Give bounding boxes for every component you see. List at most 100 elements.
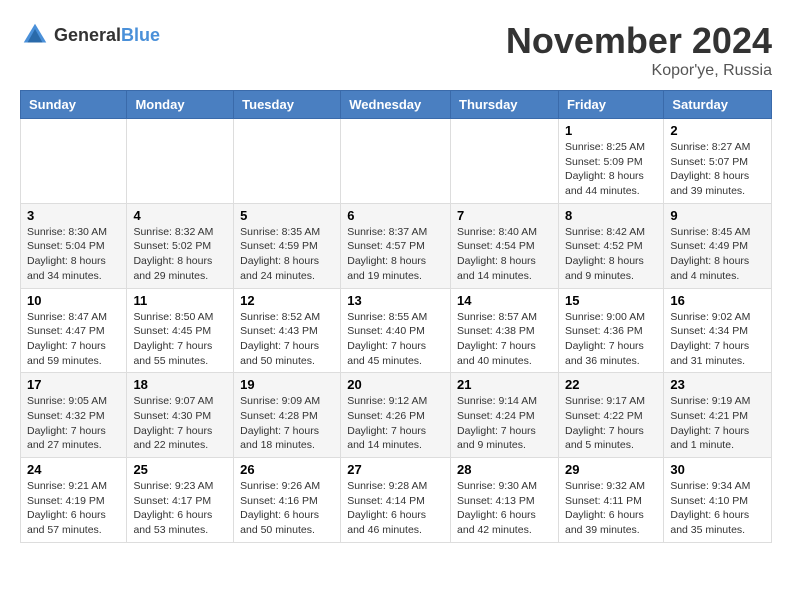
calendar-cell: 23 Sunrise: 9:19 AMSunset: 4:21 PMDayligh… bbox=[664, 373, 772, 458]
day-number: 6 bbox=[347, 208, 444, 223]
logo-text-general: General bbox=[54, 25, 121, 45]
calendar-cell: 13 Sunrise: 8:55 AMSunset: 4:40 PMDayligh… bbox=[341, 288, 451, 373]
calendar-cell: 21 Sunrise: 9:14 AMSunset: 4:24 PMDayligh… bbox=[451, 373, 559, 458]
day-number: 13 bbox=[347, 293, 444, 308]
day-number: 22 bbox=[565, 377, 657, 392]
day-info: Sunrise: 9:17 AMSunset: 4:22 PMDaylight:… bbox=[565, 394, 657, 453]
calendar-cell: 19 Sunrise: 9:09 AMSunset: 4:28 PMDayligh… bbox=[234, 373, 341, 458]
calendar-cell: 14 Sunrise: 8:57 AMSunset: 4:38 PMDayligh… bbox=[451, 288, 559, 373]
weekday-header: Wednesday bbox=[341, 91, 451, 119]
location-title: Kopor'ye, Russia bbox=[506, 62, 772, 80]
day-info: Sunrise: 9:30 AMSunset: 4:13 PMDaylight:… bbox=[457, 479, 552, 538]
day-number: 18 bbox=[133, 377, 227, 392]
day-info: Sunrise: 8:37 AMSunset: 4:57 PMDaylight:… bbox=[347, 225, 444, 284]
calendar-cell: 10Sunrise: 8:47 AMSunset: 4:47 PMDayligh… bbox=[21, 288, 127, 373]
day-number: 27 bbox=[347, 462, 444, 477]
weekday-header: Monday bbox=[127, 91, 234, 119]
calendar-table: SundayMondayTuesdayWednesdayThursdayFrid… bbox=[20, 90, 772, 543]
weekday-header: Friday bbox=[558, 91, 663, 119]
calendar-cell: 22 Sunrise: 9:17 AMSunset: 4:22 PMDayligh… bbox=[558, 373, 663, 458]
calendar-cell: 17 Sunrise: 9:05 AMSunset: 4:32 PMDayligh… bbox=[21, 373, 127, 458]
day-info: Sunrise: 9:14 AMSunset: 4:24 PMDaylight:… bbox=[457, 394, 552, 453]
calendar-cell: 6 Sunrise: 8:37 AMSunset: 4:57 PMDaylight… bbox=[341, 203, 451, 288]
day-info: Sunrise: 9:05 AMSunset: 4:32 PMDaylight:… bbox=[27, 394, 120, 453]
calendar-cell: 18 Sunrise: 9:07 AMSunset: 4:30 PMDayligh… bbox=[127, 373, 234, 458]
day-number: 5 bbox=[240, 208, 334, 223]
day-info: Sunrise: 9:32 AMSunset: 4:11 PMDaylight:… bbox=[565, 479, 657, 538]
page-header: GeneralBlue November 2024 Kopor'ye, Russ… bbox=[20, 20, 772, 80]
day-number: 10 bbox=[27, 293, 120, 308]
calendar-week-row: 17 Sunrise: 9:05 AMSunset: 4:32 PMDayligh… bbox=[21, 373, 772, 458]
day-info: Sunrise: 9:23 AMSunset: 4:17 PMDaylight:… bbox=[133, 479, 227, 538]
day-number: 19 bbox=[240, 377, 334, 392]
weekday-header-row: SundayMondayTuesdayWednesdayThursdayFrid… bbox=[21, 91, 772, 119]
calendar-cell: 8Sunrise: 8:42 AMSunset: 4:52 PMDaylight… bbox=[558, 203, 663, 288]
day-number: 2 bbox=[670, 123, 765, 138]
weekday-header: Sunday bbox=[21, 91, 127, 119]
day-info: Sunrise: 9:02 AMSunset: 4:34 PMDaylight:… bbox=[670, 310, 765, 369]
calendar-cell: 28Sunrise: 9:30 AMSunset: 4:13 PMDayligh… bbox=[451, 458, 559, 543]
day-number: 20 bbox=[347, 377, 444, 392]
day-info: Sunrise: 8:50 AMSunset: 4:45 PMDaylight:… bbox=[133, 310, 227, 369]
title-area: November 2024 Kopor'ye, Russia bbox=[506, 20, 772, 80]
calendar-cell: 2 Sunrise: 8:27 AMSunset: 5:07 PMDaylight… bbox=[664, 119, 772, 204]
day-number: 21 bbox=[457, 377, 552, 392]
calendar-cell: 5 Sunrise: 8:35 AMSunset: 4:59 PMDaylight… bbox=[234, 203, 341, 288]
calendar-cell: 20Sunrise: 9:12 AMSunset: 4:26 PMDayligh… bbox=[341, 373, 451, 458]
calendar-cell bbox=[21, 119, 127, 204]
calendar-cell: 11 Sunrise: 8:50 AMSunset: 4:45 PMDayligh… bbox=[127, 288, 234, 373]
weekday-header: Tuesday bbox=[234, 91, 341, 119]
day-number: 15 bbox=[565, 293, 657, 308]
day-info: Sunrise: 8:35 AMSunset: 4:59 PMDaylight:… bbox=[240, 225, 334, 284]
calendar-cell: 1Sunrise: 8:25 AMSunset: 5:09 PMDaylight… bbox=[558, 119, 663, 204]
calendar-cell bbox=[127, 119, 234, 204]
day-info: Sunrise: 8:55 AMSunset: 4:40 PMDaylight:… bbox=[347, 310, 444, 369]
calendar-cell: 29 Sunrise: 9:32 AMSunset: 4:11 PMDayligh… bbox=[558, 458, 663, 543]
calendar-cell: 7 Sunrise: 8:40 AMSunset: 4:54 PMDaylight… bbox=[451, 203, 559, 288]
day-info: Sunrise: 9:28 AMSunset: 4:14 PMDaylight:… bbox=[347, 479, 444, 538]
day-number: 25 bbox=[133, 462, 227, 477]
day-info: Sunrise: 8:25 AMSunset: 5:09 PMDaylight:… bbox=[565, 140, 657, 199]
day-number: 3 bbox=[27, 208, 120, 223]
day-info: Sunrise: 8:57 AMSunset: 4:38 PMDaylight:… bbox=[457, 310, 552, 369]
day-number: 29 bbox=[565, 462, 657, 477]
day-number: 14 bbox=[457, 293, 552, 308]
day-info: Sunrise: 8:45 AMSunset: 4:49 PMDaylight:… bbox=[670, 225, 765, 284]
calendar-cell: 27 Sunrise: 9:28 AMSunset: 4:14 PMDayligh… bbox=[341, 458, 451, 543]
day-number: 7 bbox=[457, 208, 552, 223]
logo-text-blue: Blue bbox=[121, 25, 160, 45]
calendar-cell: 25 Sunrise: 9:23 AMSunset: 4:17 PMDayligh… bbox=[127, 458, 234, 543]
calendar-cell: 9Sunrise: 8:45 AMSunset: 4:49 PMDaylight… bbox=[664, 203, 772, 288]
day-number: 17 bbox=[27, 377, 120, 392]
day-info: Sunrise: 8:27 AMSunset: 5:07 PMDaylight:… bbox=[670, 140, 765, 199]
day-number: 11 bbox=[133, 293, 227, 308]
calendar-cell: 15 Sunrise: 9:00 AMSunset: 4:36 PMDayligh… bbox=[558, 288, 663, 373]
day-info: Sunrise: 8:30 AMSunset: 5:04 PMDaylight:… bbox=[27, 225, 120, 284]
calendar-cell bbox=[341, 119, 451, 204]
day-number: 4 bbox=[133, 208, 227, 223]
calendar-week-row: 1Sunrise: 8:25 AMSunset: 5:09 PMDaylight… bbox=[21, 119, 772, 204]
calendar-cell bbox=[234, 119, 341, 204]
day-info: Sunrise: 9:34 AMSunset: 4:10 PMDaylight:… bbox=[670, 479, 765, 538]
calendar-week-row: 24 Sunrise: 9:21 AMSunset: 4:19 PMDayligh… bbox=[21, 458, 772, 543]
day-info: Sunrise: 8:40 AMSunset: 4:54 PMDaylight:… bbox=[457, 225, 552, 284]
calendar-cell: 4 Sunrise: 8:32 AMSunset: 5:02 PMDaylight… bbox=[127, 203, 234, 288]
day-number: 26 bbox=[240, 462, 334, 477]
day-info: Sunrise: 9:00 AMSunset: 4:36 PMDaylight:… bbox=[565, 310, 657, 369]
day-number: 23 bbox=[670, 377, 765, 392]
logo: GeneralBlue bbox=[20, 20, 160, 50]
day-info: Sunrise: 9:21 AMSunset: 4:19 PMDaylight:… bbox=[27, 479, 120, 538]
day-info: Sunrise: 9:26 AMSunset: 4:16 PMDaylight:… bbox=[240, 479, 334, 538]
day-info: Sunrise: 9:19 AMSunset: 4:21 PMDaylight:… bbox=[670, 394, 765, 453]
day-info: Sunrise: 8:52 AMSunset: 4:43 PMDaylight:… bbox=[240, 310, 334, 369]
day-number: 8 bbox=[565, 208, 657, 223]
weekday-header: Saturday bbox=[664, 91, 772, 119]
day-number: 30 bbox=[670, 462, 765, 477]
day-info: Sunrise: 9:07 AMSunset: 4:30 PMDaylight:… bbox=[133, 394, 227, 453]
day-number: 24 bbox=[27, 462, 120, 477]
weekday-header: Thursday bbox=[451, 91, 559, 119]
day-info: Sunrise: 8:32 AMSunset: 5:02 PMDaylight:… bbox=[133, 225, 227, 284]
day-info: Sunrise: 9:09 AMSunset: 4:28 PMDaylight:… bbox=[240, 394, 334, 453]
calendar-cell: 26 Sunrise: 9:26 AMSunset: 4:16 PMDayligh… bbox=[234, 458, 341, 543]
day-number: 12 bbox=[240, 293, 334, 308]
